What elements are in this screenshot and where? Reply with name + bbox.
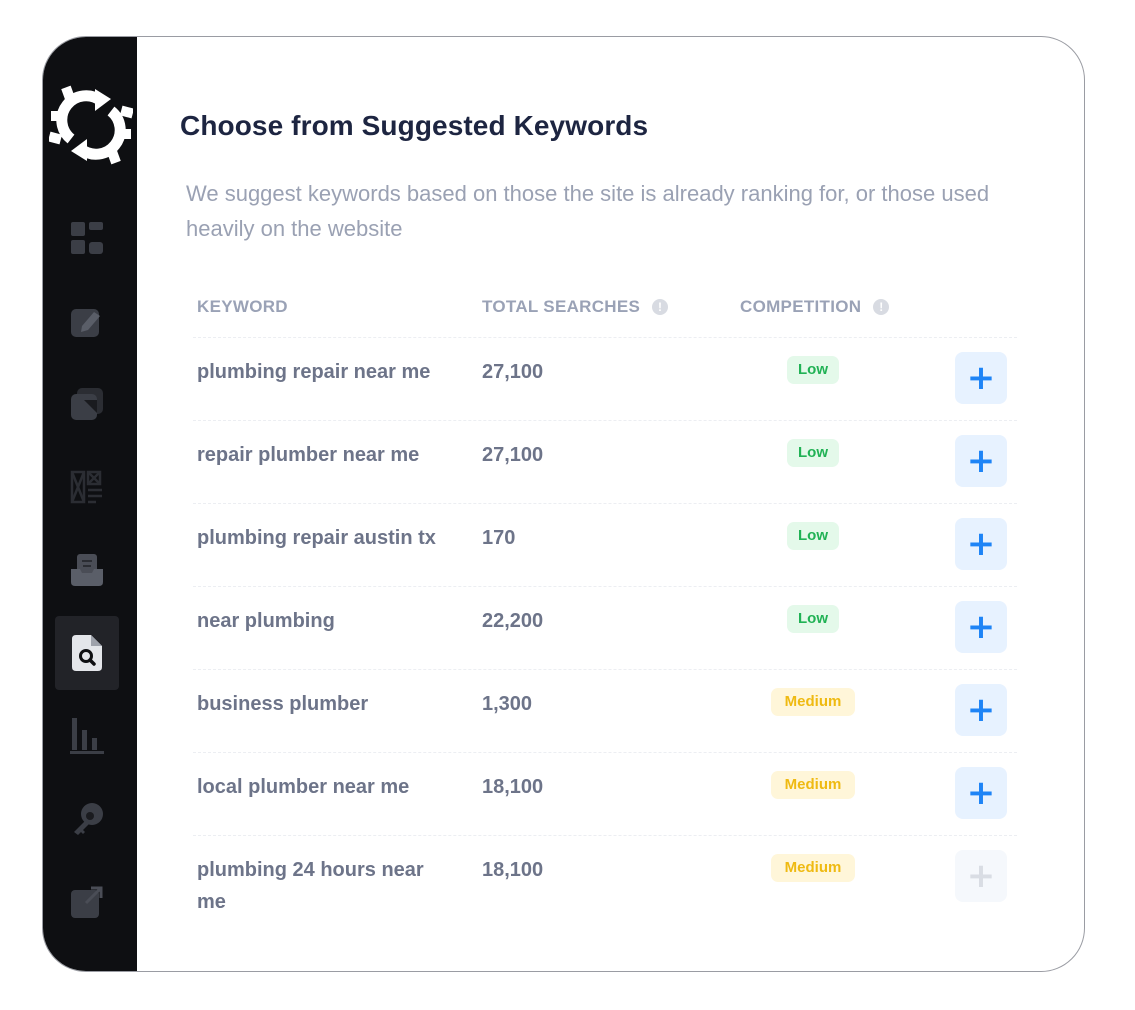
keyword-cell: plumbing repair near me xyxy=(197,361,431,383)
plus-icon: + xyxy=(966,690,996,730)
sidebar-item-external-link[interactable] xyxy=(55,865,119,939)
keyword-cell: repair plumber near me xyxy=(197,444,420,466)
total-searches-cell: 1,300 xyxy=(482,693,533,715)
plus-icon: + xyxy=(966,607,996,647)
table-row: plumbing repair austin tx 170 Low + xyxy=(193,504,1017,587)
pages-icon xyxy=(71,388,103,420)
table-row: local plumber near me 18,100 Medium + xyxy=(193,753,1017,836)
info-icon[interactable]: ! xyxy=(873,299,890,315)
sidebar-item-content-editor[interactable] xyxy=(55,284,119,358)
add-keyword-button[interactable]: + xyxy=(955,767,1007,819)
sidebar-item-backlinks[interactable] xyxy=(55,782,119,856)
schema-icon xyxy=(70,470,102,504)
column-header-keyword-label: KEYWORD xyxy=(197,297,288,316)
app-logo-icon[interactable] xyxy=(47,81,135,169)
keywords-table: KEYWORD TOTAL SEARCHES ! COMPETITION ! p… xyxy=(193,287,1017,946)
total-searches-cell: 27,100 xyxy=(482,444,544,466)
table-row: business plumber 1,300 Medium + xyxy=(193,670,1017,753)
sidebar-item-keyword-research[interactable] xyxy=(55,616,119,690)
add-keyword-button[interactable]: + xyxy=(955,684,1007,736)
plus-icon: + xyxy=(966,358,996,398)
competition-badge: Low xyxy=(787,605,839,633)
add-keyword-button[interactable]: + xyxy=(955,601,1007,653)
table-row: plumbing repair near me 27,100 Low + xyxy=(193,338,1017,421)
analytics-icon xyxy=(70,718,104,754)
dashboard-icon xyxy=(71,222,103,254)
external-link-icon xyxy=(71,886,103,918)
table-row: near plumbing 22,200 Low + xyxy=(193,587,1017,670)
total-searches-cell: 170 xyxy=(482,527,516,549)
total-searches-cell: 22,200 xyxy=(482,610,544,632)
keyword-cell: near plumbing xyxy=(197,610,335,632)
competition-badge: Low xyxy=(787,522,839,550)
plus-icon: + xyxy=(966,773,996,813)
sidebar-item-pages[interactable] xyxy=(55,367,119,441)
keyword-cell: local plumber near me xyxy=(197,776,410,798)
content-editor-icon xyxy=(71,309,100,337)
page-title: Choose from Suggested Keywords xyxy=(180,110,649,141)
page-subtitle: We suggest keywords based on those the s… xyxy=(186,181,990,241)
column-header-keyword: KEYWORD xyxy=(197,297,288,317)
keyword-cell: business plumber xyxy=(197,693,369,715)
keyword-cell: plumbing repair austin tx xyxy=(197,527,436,549)
column-header-competition: COMPETITION ! xyxy=(740,297,890,317)
plus-icon: + xyxy=(966,441,996,481)
add-keyword-button[interactable]: + xyxy=(955,850,1007,902)
total-searches-cell: 27,100 xyxy=(482,361,544,383)
competition-badge: Medium xyxy=(771,854,855,882)
table-row: repair plumber near me 27,100 Low + xyxy=(193,421,1017,504)
sidebar-item-inbox[interactable] xyxy=(55,533,119,607)
competition-badge: Low xyxy=(787,439,839,467)
add-keyword-button[interactable]: + xyxy=(955,352,1007,404)
main-content: Choose from Suggested Keywords We sugges… xyxy=(137,37,1084,971)
total-searches-cell: 18,100 xyxy=(482,859,544,881)
add-keyword-button[interactable]: + xyxy=(955,435,1007,487)
total-searches-cell: 18,100 xyxy=(482,776,544,798)
sidebar xyxy=(43,37,137,971)
column-header-total-searches: TOTAL SEARCHES ! xyxy=(482,297,669,317)
table-header: KEYWORD TOTAL SEARCHES ! COMPETITION ! xyxy=(193,287,1017,338)
keyword-cell: plumbing 24 hours near me xyxy=(197,859,424,913)
competition-badge: Medium xyxy=(771,688,855,716)
plus-icon: + xyxy=(966,524,996,564)
plus-icon: + xyxy=(966,856,996,896)
sidebar-item-dashboard[interactable] xyxy=(55,201,119,275)
sidebar-item-schema[interactable] xyxy=(55,450,119,524)
keyword-research-icon xyxy=(72,635,102,671)
inbox-icon xyxy=(71,554,103,586)
table-row: plumbing 24 hours near me 18,100 Medium … xyxy=(193,836,1017,946)
add-keyword-button[interactable]: + xyxy=(955,518,1007,570)
backlinks-icon xyxy=(74,803,103,835)
column-header-total-searches-label: TOTAL SEARCHES xyxy=(482,297,641,316)
sidebar-item-analytics[interactable] xyxy=(55,699,119,773)
info-icon[interactable]: ! xyxy=(652,299,669,315)
app-window: Choose from Suggested Keywords We sugges… xyxy=(42,36,1085,972)
competition-badge: Medium xyxy=(771,771,855,799)
competition-badge: Low xyxy=(787,356,839,384)
column-header-competition-label: COMPETITION xyxy=(740,297,862,316)
